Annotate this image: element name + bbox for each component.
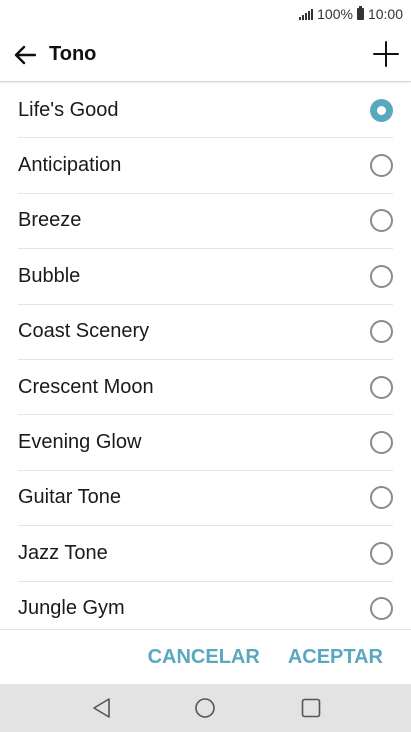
nav-recent-icon[interactable] — [298, 695, 324, 721]
signal-icon — [299, 8, 314, 20]
page-title: Tono — [49, 43, 97, 65]
ringtone-list-item[interactable]: Guitar Tone — [18, 471, 393, 527]
radio-button[interactable] — [370, 209, 393, 233]
plus-icon[interactable] — [373, 41, 399, 67]
cancel-button[interactable]: CANCELAR — [148, 646, 260, 669]
nav-back-icon[interactable] — [88, 695, 114, 721]
ringtone-list-item[interactable]: Breeze — [18, 194, 393, 250]
ringtone-label: Life's Good — [18, 98, 119, 121]
ringtone-list-item[interactable]: Crescent Moon — [18, 360, 393, 416]
accept-button[interactable]: ACEPTAR — [288, 646, 383, 669]
clock: 10:00 — [367, 6, 403, 22]
ringtone-list-item[interactable]: Evening Glow — [18, 415, 393, 471]
ringtone-label: Crescent Moon — [18, 375, 154, 398]
radio-button-checked[interactable] — [370, 98, 393, 122]
ringtone-list-item[interactable]: Jungle Gym — [18, 582, 393, 628]
battery-percent: 100% — [317, 6, 353, 22]
app-bar: Tono — [0, 28, 411, 82]
radio-button[interactable] — [370, 264, 393, 288]
battery-icon — [356, 6, 364, 20]
ringtone-label: Coast Scenery — [18, 320, 150, 343]
status-bar: 100% 10:00 — [0, 0, 411, 28]
ringtone-label: Anticipation — [18, 154, 122, 177]
radio-button[interactable] — [370, 597, 393, 621]
ringtone-screen: 100% 10:00 Tono Life's Good Anticipation B… — [0, 0, 411, 732]
ringtone-list-item[interactable]: Coast Scenery — [18, 305, 393, 360]
arrow-left-icon[interactable] — [12, 42, 38, 68]
ringtone-list-item[interactable]: Anticipation — [18, 138, 393, 194]
ringtone-label: Evening Glow — [18, 431, 142, 454]
ringtone-label: Jungle Gym — [18, 597, 125, 620]
radio-button[interactable] — [370, 541, 393, 565]
ringtone-label: Jazz Tone — [18, 541, 108, 564]
ringtone-label: Bubble — [18, 264, 81, 287]
ringtone-list-item[interactable]: Bubble — [18, 249, 393, 305]
navigation-bar — [0, 684, 411, 732]
radio-button[interactable] — [370, 154, 393, 178]
ringtone-list: Life's Good Anticipation Breeze Bubble Coast… — [0, 83, 411, 628]
nav-home-icon[interactable] — [192, 695, 218, 721]
radio-button[interactable] — [370, 431, 393, 455]
ringtone-label: Breeze — [18, 209, 82, 232]
radio-button[interactable] — [370, 375, 393, 399]
radio-button[interactable] — [370, 486, 393, 510]
ringtone-label: Guitar Tone — [18, 486, 122, 509]
radio-button[interactable] — [370, 320, 393, 344]
ringtone-list-item[interactable]: Life's Good — [18, 83, 393, 139]
dialog-actions: CANCELAR ACEPTAR — [0, 629, 411, 684]
ringtone-list-item[interactable]: Jazz Tone — [18, 526, 393, 582]
